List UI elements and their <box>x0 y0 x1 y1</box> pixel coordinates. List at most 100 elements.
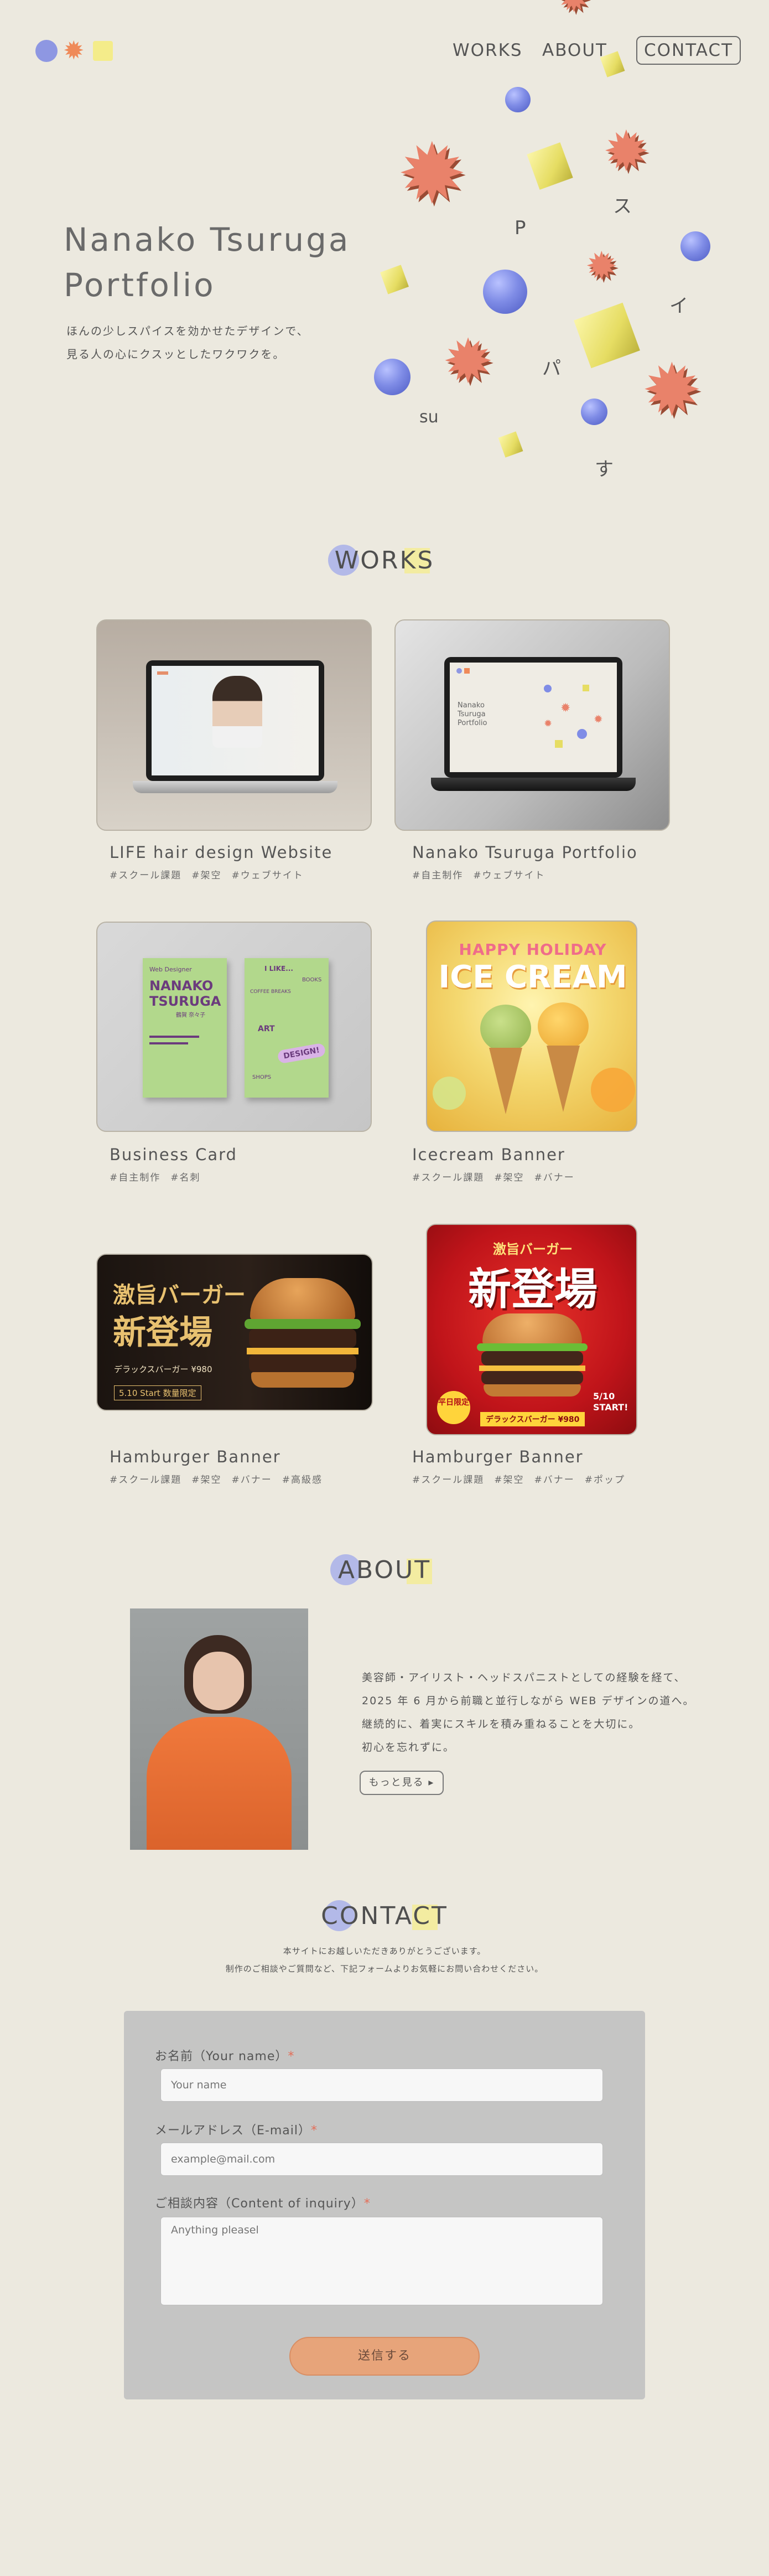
tag: #名刺 <box>170 1172 201 1183</box>
burger2-headline: 新登場 <box>467 1265 597 1315</box>
name-input[interactable] <box>160 2068 603 2102</box>
business-card-back: I LIKE... BOOKS COFFEE BREAKS ART DESIGN… <box>245 958 329 1098</box>
works-heading-text: WORKS <box>334 546 435 575</box>
hero-title-line1: Nanako Tsuruga <box>64 221 351 258</box>
business-card-front: Web Designer NANAKO TSURUGA 鶴賀 奈々子 <box>143 958 227 1098</box>
burger-banner-product: デラックスバーガー ¥980 <box>114 1364 212 1374</box>
work-tags: #スクール課題 #架空 #バナー #ポップ <box>412 1472 635 1486</box>
yellow-cube-decoration <box>380 265 409 294</box>
about-heading: ABOUT <box>302 1551 467 1590</box>
work-thumbnail-business-card[interactable]: Web Designer NANAKO TSURUGA 鶴賀 奈々子 I LIK… <box>96 922 372 1132</box>
work-title[interactable]: LIFE hair design Website <box>110 843 332 862</box>
about-line: 美容師・アイリスト・ヘッドスパニストとしての経験を経て、 <box>362 1672 686 1684</box>
work-thumbnail-life-hair[interactable] <box>96 619 372 831</box>
work-title[interactable]: Hamburger Banner <box>412 1447 584 1466</box>
required-mark: * <box>310 2124 318 2138</box>
inquiry-label: ご相談内容（Content of inquiry）* <box>155 2197 371 2211</box>
inquiry-textarea[interactable] <box>160 2217 603 2305</box>
contact-lead: 本サイトにお越しいただきありがとうございます。 制作のご相談やご質問など、下記フ… <box>0 1942 769 1978</box>
tag: #自主制作 <box>110 1172 161 1183</box>
contact-lead-line: 制作のご相談やご質問など、下記フォームよりお気軽にお問い合わせください。 <box>225 1964 544 1974</box>
work-thumbnail-portfolio[interactable]: Nanako Tsuruga Portfolio ✹ ✹ ✹ <box>394 619 670 831</box>
tag: #ウェブサイト <box>473 870 545 881</box>
about-line: 継続的に、着実にスキルを積み重ねることを大切に。 <box>362 1718 641 1730</box>
email-label: メールアドレス（E-mail）* <box>155 2124 318 2138</box>
nav-about[interactable]: ABOUT <box>542 40 607 60</box>
work-title[interactable]: Business Card <box>110 1145 237 1164</box>
floating-letter: イ <box>669 295 688 317</box>
ice-cream-cone <box>547 1046 580 1112</box>
floating-letter: su <box>419 407 439 427</box>
hero-tagline: ほんの少しスパイスを効かせたデザインで、 見る人の心にクスッとしたワクワクを。 <box>66 319 309 366</box>
submit-button[interactable]: 送信する <box>289 2337 480 2376</box>
work-title[interactable]: Icecream Banner <box>412 1145 565 1164</box>
required-mark: * <box>363 2197 371 2211</box>
site-logo[interactable]: ✹ <box>33 35 122 65</box>
burger-banner-headline: 激旨バーガー <box>113 1282 246 1308</box>
hero-title-line2: Portfolio <box>64 266 216 304</box>
ice-cream-cone <box>489 1048 522 1114</box>
burger-banner-date: 5.10 Start 数量限定 <box>114 1385 201 1400</box>
work-tags: #自主制作 #名刺 <box>110 1170 211 1183</box>
card-label: Web Designer <box>149 966 192 973</box>
tag: #バナー <box>534 1475 575 1486</box>
card-name: NANAKO TSURUGA <box>149 978 221 1009</box>
contact-heading: CONTACT <box>302 1897 467 1936</box>
orange-star-decoration: ✹ <box>585 244 618 289</box>
orange-star-decoration: ✹ <box>397 126 467 223</box>
work-tags: #スクール課題 #架空 #ウェブサイト <box>110 867 314 881</box>
about-line: 2025 年 6 月から前職と並行しながら WEB デザインの道へ。 <box>362 1695 695 1707</box>
tag: #架空 <box>191 870 222 881</box>
more-button[interactable]: もっと見る ▸ <box>360 1771 444 1795</box>
hero-title: Nanako Tsuruga Portfolio <box>64 217 350 308</box>
tag: #バナー <box>231 1475 272 1486</box>
work-thumbnail-icecream-banner[interactable]: HAPPY HOLIDAY ICE CREAM <box>426 920 637 1132</box>
orange-star-decoration: ✹ <box>443 326 494 397</box>
nav-works[interactable]: WORKS <box>453 40 523 60</box>
contact-lead-line: 本サイトにお越しいただきありがとうございます。 <box>283 1946 486 1956</box>
tag: #高級感 <box>282 1475 323 1486</box>
yellow-cube-decoration <box>527 142 573 190</box>
tag: #バナー <box>534 1172 575 1183</box>
burger2-badge: 平日限定 <box>437 1391 470 1424</box>
ice-banner-line2: ICE CREAM <box>438 959 627 995</box>
card-kana: 鶴賀 奈々子 <box>176 1012 206 1018</box>
required-mark: * <box>288 2050 295 2063</box>
logo-yellow-square <box>93 41 113 61</box>
profile-photo <box>130 1608 308 1850</box>
burger-illustration <box>245 1278 361 1389</box>
laptop-base <box>431 778 636 791</box>
logo-orange-star: ✹ <box>63 35 85 65</box>
tag: #架空 <box>494 1475 524 1486</box>
burger2-product: デラックスバーガー ¥980 <box>480 1412 585 1426</box>
work-title[interactable]: Nanako Tsuruga Portfolio <box>412 843 638 862</box>
tag: #架空 <box>191 1475 222 1486</box>
blue-ball-decoration <box>483 270 527 314</box>
tag: #スクール課題 <box>110 870 182 881</box>
laptop-screen <box>146 660 324 781</box>
tag: #スクール課題 <box>412 1172 485 1183</box>
work-thumbnail-hamburger-banner-red[interactable]: 激旨バーガー 新登場 平日限定 5/10 START! デラックスバーガー ¥9… <box>426 1224 637 1435</box>
about-line: 初心を忘れずに。 <box>362 1741 455 1753</box>
yellow-cube-decoration <box>574 302 640 369</box>
tag: #架空 <box>494 1172 524 1183</box>
floating-letter: ス <box>613 195 632 218</box>
logo-blue-circle <box>35 40 58 62</box>
work-tags: #スクール課題 #架空 #バナー #高級感 <box>110 1472 332 1486</box>
work-title[interactable]: Hamburger Banner <box>110 1447 281 1466</box>
blue-ball-decoration <box>581 399 607 425</box>
burger2-date: 5/10 START! <box>593 1391 628 1413</box>
blue-ball-decoration <box>505 87 531 112</box>
mock-site-title: Nanako Tsuruga Portfolio <box>458 701 487 727</box>
work-tags: #自主制作 #ウェブサイト <box>412 867 555 881</box>
work-thumbnail-hamburger-banner-dark[interactable]: 激旨バーガー 新登場 デラックスバーガー ¥980 5.10 Start 数量限… <box>96 1254 373 1411</box>
name-label: お名前（Your name）* <box>155 2050 295 2063</box>
orange-star-decoration: ✹ <box>558 0 590 18</box>
blue-ball-decoration <box>374 359 411 395</box>
about-text: 美容師・アイリスト・ヘッドスパニストとしての経験を経て、 2025 年 6 月か… <box>362 1666 694 1759</box>
tag: #スクール課題 <box>110 1475 182 1486</box>
tag: #スクール課題 <box>412 1475 485 1486</box>
nav-contact-button[interactable]: CONTACT <box>636 36 741 65</box>
orange-star-decoration: ✹ <box>603 119 650 184</box>
email-input[interactable] <box>160 2143 603 2176</box>
